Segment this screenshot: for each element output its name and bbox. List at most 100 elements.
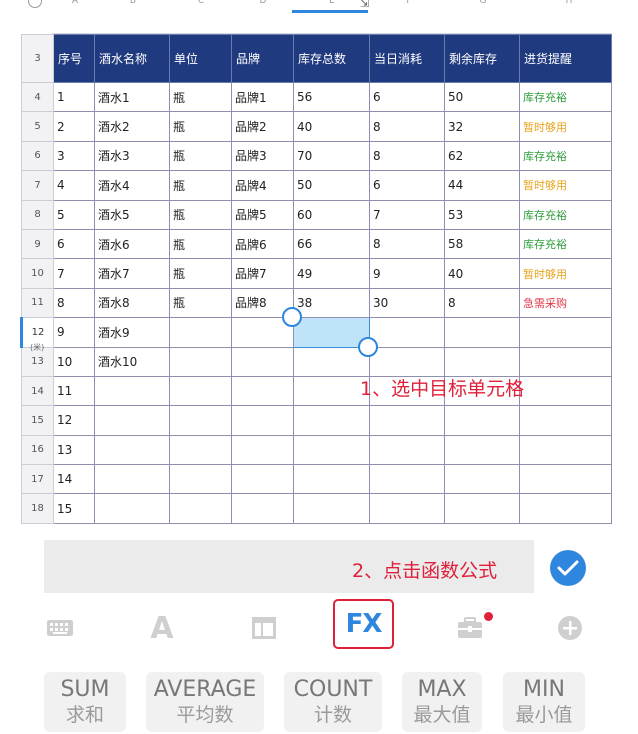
table-cell[interactable]: 8 — [53, 287, 95, 319]
table-cell[interactable] — [444, 493, 520, 524]
table-cell[interactable] — [94, 375, 170, 407]
row-number[interactable]: 14 — [21, 375, 54, 407]
column-header[interactable]: 单位 — [169, 34, 232, 83]
table-cell[interactable]: 品牌5 — [231, 199, 294, 230]
table-cell[interactable]: 酒水7 — [94, 258, 170, 289]
table-cell[interactable]: 酒水2 — [94, 111, 170, 142]
row-number[interactable]: 7 — [21, 170, 54, 201]
table-cell[interactable]: 酒水5 — [94, 199, 170, 230]
table-cell[interactable]: 9 — [369, 258, 445, 289]
table-cell[interactable] — [94, 493, 170, 524]
font-icon[interactable]: A — [146, 611, 178, 646]
row-number[interactable]: 18 — [21, 493, 54, 524]
table-cell[interactable] — [444, 434, 520, 466]
table-cell[interactable]: 酒水9 — [94, 317, 170, 348]
table-cell[interactable]: 56 — [293, 81, 370, 113]
function-min-button[interactable]: MIN 最小值 — [503, 672, 585, 732]
table-cell[interactable] — [369, 317, 445, 348]
table-cell[interactable] — [369, 405, 445, 436]
column-header[interactable]: 酒水名称 — [94, 34, 170, 83]
table-cell[interactable]: 库存充裕 — [519, 140, 612, 172]
table-cell[interactable] — [231, 464, 294, 495]
row-number[interactable]: 3 — [21, 34, 54, 83]
table-cell[interactable]: 瓶 — [169, 199, 232, 230]
table-cell[interactable]: 品牌1 — [231, 81, 294, 113]
keyboard-icon[interactable] — [44, 612, 76, 644]
table-cell[interactable]: 60 — [293, 199, 370, 230]
table-cell[interactable] — [169, 346, 232, 377]
table-cell[interactable]: 库存充裕 — [519, 228, 612, 260]
row-number[interactable]: 4 — [21, 81, 54, 113]
table-cell[interactable]: 66 — [293, 228, 370, 260]
add-icon[interactable] — [556, 612, 584, 644]
table-cell[interactable] — [94, 405, 170, 436]
table-cell[interactable] — [169, 405, 232, 436]
table-cell[interactable]: 30 — [369, 287, 445, 319]
function-sum-button[interactable]: SUM 求和 — [44, 672, 126, 732]
table-cell[interactable]: 53 — [444, 199, 520, 230]
column-letter-b[interactable]: B — [128, 0, 138, 6]
table-cell[interactable]: 库存充裕 — [519, 199, 612, 230]
column-letter-d[interactable]: D — [258, 0, 268, 6]
table-cell[interactable] — [519, 493, 612, 524]
column-header[interactable]: 当日消耗 — [369, 34, 445, 83]
table-cell[interactable]: 6 — [53, 228, 95, 260]
fx-button[interactable]: FX — [333, 599, 394, 649]
column-header[interactable]: 序号 — [53, 34, 95, 83]
table-cell[interactable]: 6 — [369, 170, 445, 201]
table-cell[interactable] — [231, 493, 294, 524]
table-cell[interactable]: 8 — [369, 228, 445, 260]
table-cell[interactable]: 库存充裕 — [519, 81, 612, 113]
table-cell[interactable]: 瓶 — [169, 228, 232, 260]
row-number[interactable]: 5 — [21, 111, 54, 142]
table-cell[interactable] — [519, 405, 612, 436]
table-cell[interactable] — [519, 346, 612, 377]
table-cell[interactable]: 14 — [53, 464, 95, 495]
column-letter-a[interactable]: A — [70, 0, 80, 6]
table-cell[interactable]: 5 — [53, 199, 95, 230]
table-cell[interactable]: 13 — [53, 434, 95, 466]
row-number[interactable]: 10 — [21, 258, 54, 289]
column-letter-c[interactable]: C — [196, 0, 206, 6]
column-header[interactable]: 品牌 — [231, 34, 294, 83]
table-cell[interactable]: 32 — [444, 111, 520, 142]
row-number[interactable]: 11 — [21, 287, 54, 319]
row-number[interactable]: 16 — [21, 434, 54, 466]
table-cell[interactable]: 瓶 — [169, 170, 232, 201]
table-cell[interactable] — [369, 434, 445, 466]
table-cell[interactable] — [169, 434, 232, 466]
toolbox-icon[interactable] — [455, 612, 485, 644]
table-cell[interactable]: 瓶 — [169, 287, 232, 319]
table-cell[interactable] — [369, 493, 445, 524]
table-cell[interactable] — [519, 317, 612, 348]
table-cell[interactable] — [231, 434, 294, 466]
confirm-button[interactable] — [550, 550, 586, 586]
table-cell[interactable]: 38 — [293, 287, 370, 319]
table-cell[interactable] — [231, 346, 294, 377]
table-cell[interactable]: 44 — [444, 170, 520, 201]
table-cell[interactable] — [519, 464, 612, 495]
table-cell[interactable]: 1 — [53, 81, 95, 113]
table-cell[interactable] — [231, 405, 294, 436]
table-cell[interactable] — [444, 317, 520, 348]
table-cell[interactable] — [519, 375, 612, 407]
table-cell[interactable]: 15 — [53, 493, 95, 524]
table-cell[interactable]: 8 — [369, 140, 445, 172]
table-cell[interactable] — [169, 317, 232, 348]
table-cell[interactable]: 酒水4 — [94, 170, 170, 201]
function-count-button[interactable]: COUNT 计数 — [284, 672, 382, 732]
table-cell[interactable] — [519, 434, 612, 466]
table-cell[interactable]: 品牌7 — [231, 258, 294, 289]
table-cell[interactable]: 9 — [53, 317, 95, 348]
table-cell[interactable]: 10 — [53, 346, 95, 377]
table-cell[interactable] — [369, 464, 445, 495]
table-cell[interactable]: 4 — [53, 170, 95, 201]
table-cell[interactable]: 40 — [293, 111, 370, 142]
table-cell[interactable]: 酒水6 — [94, 228, 170, 260]
table-cell[interactable] — [444, 346, 520, 377]
column-letter-g[interactable]: G — [478, 0, 488, 6]
table-cell[interactable] — [293, 493, 370, 524]
table-cell[interactable] — [293, 375, 370, 407]
table-cell[interactable]: 6 — [369, 81, 445, 113]
row-number[interactable]: 8 — [21, 199, 54, 230]
